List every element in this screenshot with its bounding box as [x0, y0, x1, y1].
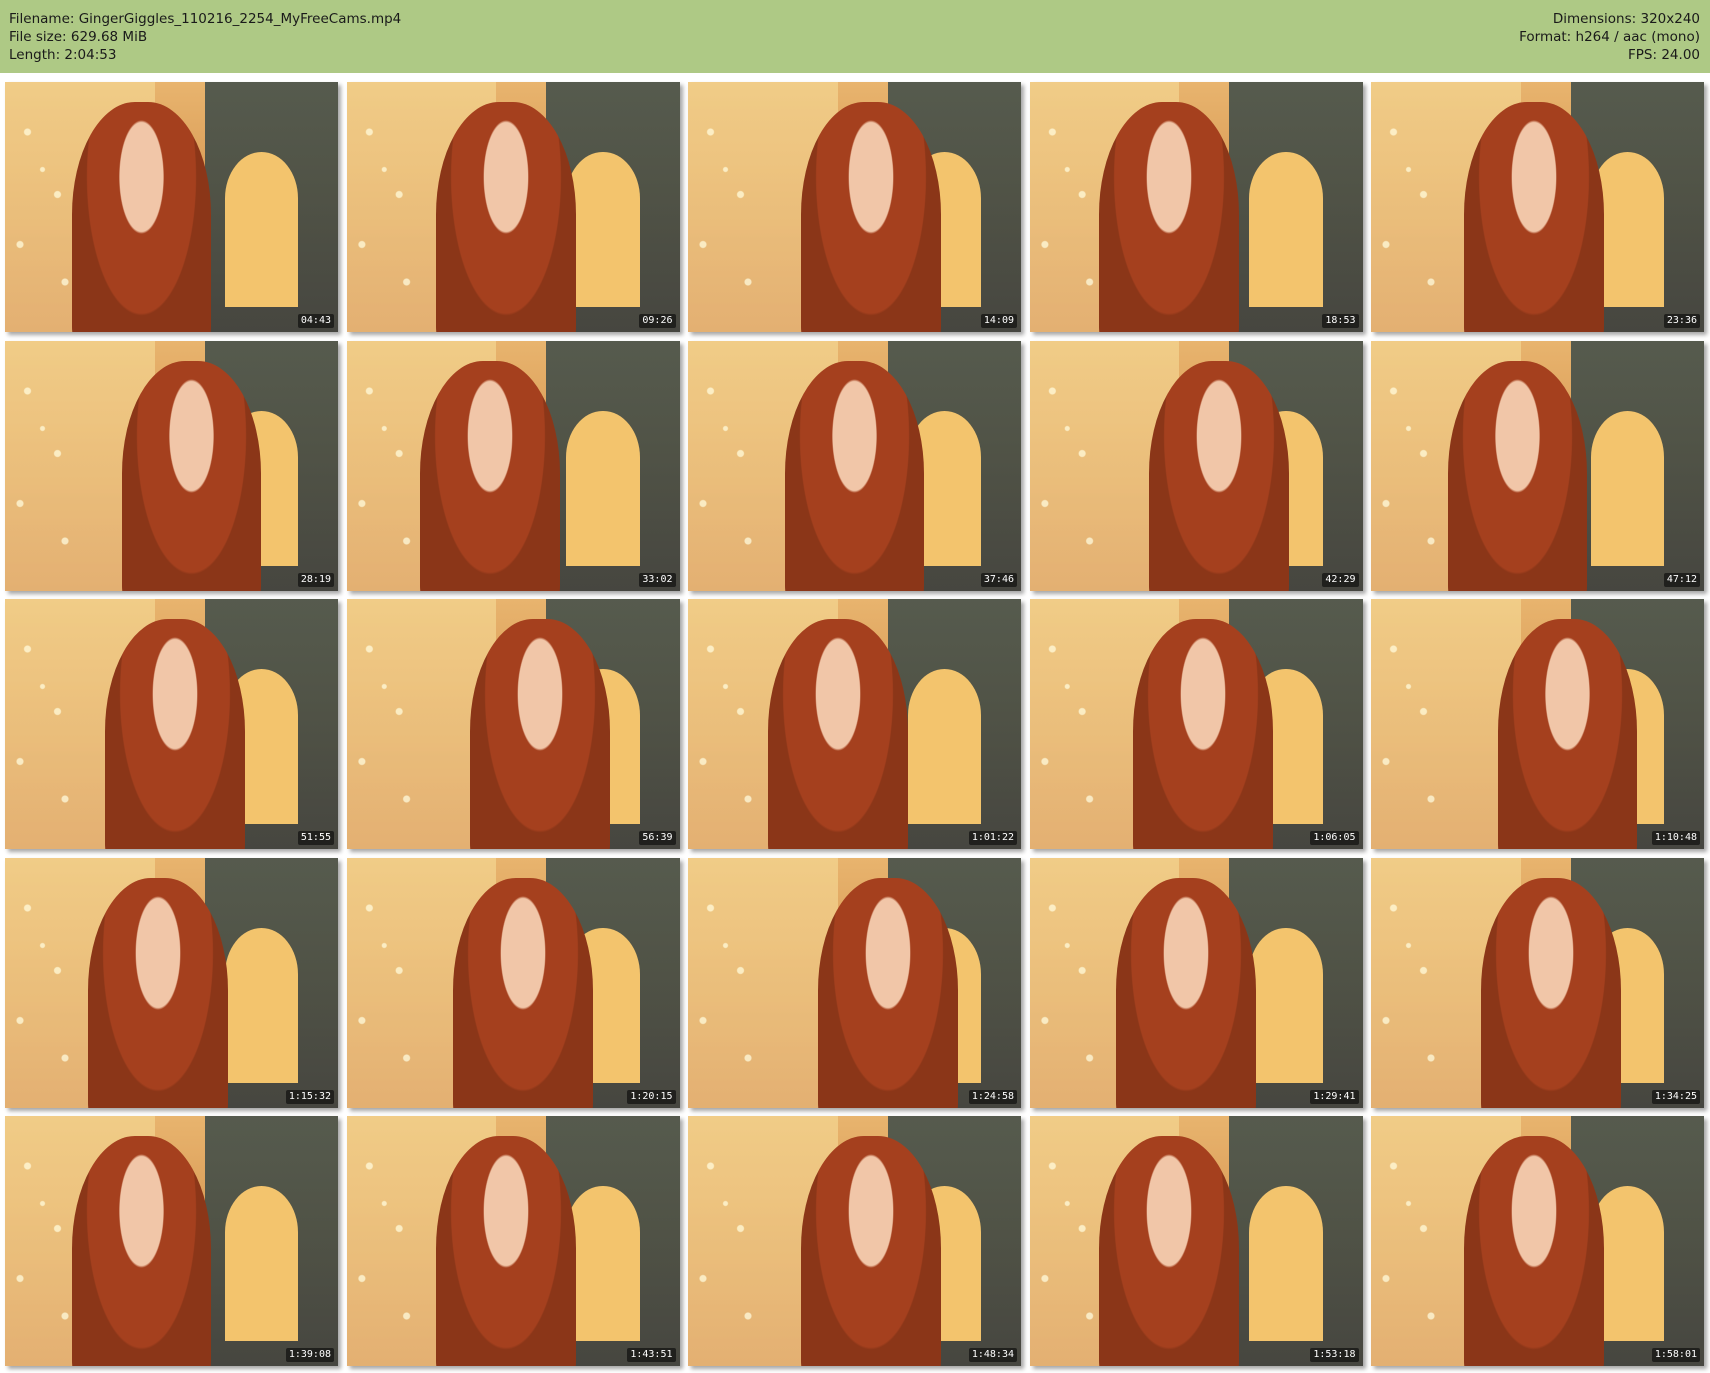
thumbnail-person — [1464, 102, 1605, 332]
thumbnail-timestamp: 23:36 — [1663, 314, 1700, 328]
thumbnail-timestamp: 1:53:18 — [1310, 1348, 1359, 1362]
thumbnail-timestamp: 1:34:25 — [1651, 1089, 1700, 1104]
thumbnail-timestamp: 1:48:34 — [968, 1348, 1017, 1362]
thumbnail-timestamp: 1:15:32 — [285, 1089, 334, 1104]
thumbnail-person — [801, 102, 942, 332]
video-thumbnail: 09:26 — [346, 82, 680, 332]
video-thumbnail: 1:48:34 — [688, 1116, 1021, 1366]
thumbnail-timestamp: 14:09 — [980, 314, 1017, 328]
thumbnail-grid: 04:43 09:26 14:09 18:53 23:36 28:19 33:02 37:46… — [5, 82, 1705, 1367]
thumbnail-arch — [1249, 927, 1323, 1083]
thumbnail-person — [767, 619, 908, 849]
thumbnail-person — [1464, 1136, 1605, 1366]
video-thumbnail: 04:43 — [5, 82, 338, 332]
thumbnail-timestamp: 1:24:58 — [968, 1089, 1017, 1104]
video-thumbnail: 1:15:32 — [5, 857, 338, 1108]
thumbnail-person — [1099, 1136, 1240, 1366]
thumbnail-person — [784, 360, 925, 591]
video-thumbnail: 1:01:22 — [688, 599, 1021, 849]
video-thumbnail: 1:20:15 — [346, 857, 680, 1108]
thumbnail-arch — [224, 1186, 299, 1341]
thumbnail-person — [1116, 877, 1256, 1108]
video-thumbnail: 56:39 — [346, 599, 680, 849]
thumbnail-timestamp: 33:02 — [639, 572, 676, 587]
thumbnail-arch — [566, 1186, 640, 1341]
video-thumbnail: 37:46 — [688, 340, 1021, 591]
thumbnail-person — [1480, 877, 1621, 1108]
thumbnail-person — [1099, 102, 1240, 332]
thumbnail-person — [88, 877, 229, 1108]
video-thumbnail: 1:53:18 — [1029, 1116, 1363, 1366]
dimensions-text: Dimensions: 320x240 — [1552, 11, 1700, 27]
thumbnail-timestamp: 09:26 — [639, 314, 676, 328]
video-thumbnail: 23:36 — [1371, 82, 1704, 332]
video-thumbnail: 1:10:48 — [1371, 599, 1704, 849]
thumbnail-person — [419, 360, 560, 591]
thumbnail-arch — [1590, 410, 1665, 566]
thumbnail-person — [71, 102, 212, 332]
thumbnail-arch — [224, 927, 299, 1083]
thumbnail-timestamp: 1:29:41 — [1310, 1089, 1359, 1104]
thumbnail-person — [1447, 360, 1588, 591]
filesize-text: File size: 629.68 MiB — [9, 29, 148, 45]
thumbnail-timestamp: 1:39:08 — [285, 1348, 334, 1362]
video-thumbnail: 51:55 — [5, 599, 338, 849]
thumbnail-person — [801, 1136, 942, 1366]
thumbnail-timestamp: 1:10:48 — [1651, 831, 1700, 845]
thumbnail-arch — [1249, 1186, 1323, 1341]
video-thumbnail: 14:09 — [688, 82, 1021, 332]
thumbnail-timestamp: 1:43:51 — [627, 1348, 676, 1362]
video-thumbnail: 1:58:01 — [1371, 1116, 1704, 1366]
video-info: Dimensions: 320x240 Format: h264 / aac (… — [1519, 10, 1700, 64]
video-thumbnail: 28:19 — [5, 340, 338, 591]
thumbnail-person — [1149, 360, 1290, 591]
thumbnail-person — [1497, 619, 1638, 849]
filename-text: Filename: GingerGiggles_110216_2254_MyFr… — [9, 11, 402, 27]
thumbnail-timestamp: 28:19 — [297, 572, 334, 587]
format-text: Format: h264 / aac (mono) — [1519, 29, 1700, 45]
thumbnail-timestamp: 1:01:22 — [968, 831, 1017, 845]
thumbnail-person — [469, 619, 610, 849]
video-thumbnail: 1:29:41 — [1029, 857, 1363, 1108]
video-thumbnail: 33:02 — [346, 340, 680, 591]
thumbnail-timestamp: 56:39 — [639, 831, 676, 845]
length-text: Length: 2:04:53 — [9, 47, 117, 63]
thumbnail-person — [453, 877, 593, 1108]
thumbnail-person — [436, 1136, 577, 1366]
thumbnail-timestamp: 47:12 — [1663, 572, 1700, 587]
thumbnail-timestamp: 1:58:01 — [1651, 1348, 1700, 1362]
thumbnail-arch — [907, 669, 982, 824]
thumbnail-timestamp: 37:46 — [980, 572, 1017, 587]
thumbnail-timestamp: 1:20:15 — [627, 1089, 676, 1104]
thumbnail-person — [121, 360, 262, 591]
info-header: Filename: GingerGiggles_110216_2254_MyFr… — [0, 0, 1710, 73]
thumbnail-arch — [1249, 152, 1323, 307]
thumbnail-timestamp: 1:06:05 — [1310, 831, 1359, 845]
thumbnail-timestamp: 42:29 — [1322, 572, 1359, 587]
video-thumbnail: 1:06:05 — [1029, 599, 1363, 849]
video-thumbnail: 18:53 — [1029, 82, 1363, 332]
fps-text: FPS: 24.00 — [1628, 47, 1700, 63]
video-thumbnail: 1:39:08 — [5, 1116, 338, 1366]
video-thumbnail: 1:24:58 — [688, 857, 1021, 1108]
video-thumbnail: 1:34:25 — [1371, 857, 1704, 1108]
thumbnail-arch — [224, 152, 299, 307]
file-info: Filename: GingerGiggles_110216_2254_MyFr… — [9, 10, 401, 64]
thumbnail-person — [436, 102, 577, 332]
thumbnail-timestamp: 18:53 — [1322, 314, 1359, 328]
thumbnail-person — [104, 619, 245, 849]
thumbnail-timestamp: 51:55 — [297, 831, 334, 845]
thumbnail-arch — [566, 152, 640, 307]
video-thumbnail: 47:12 — [1371, 340, 1704, 591]
video-thumbnail: 1:43:51 — [346, 1116, 680, 1366]
video-thumbnail: 42:29 — [1029, 340, 1363, 591]
thumbnail-arch — [566, 410, 640, 566]
thumbnail-person — [71, 1136, 212, 1366]
thumbnail-background — [688, 857, 838, 1108]
thumbnail-person — [1132, 619, 1273, 849]
thumbnail-timestamp: 04:43 — [297, 314, 334, 328]
thumbnail-person — [817, 877, 958, 1108]
